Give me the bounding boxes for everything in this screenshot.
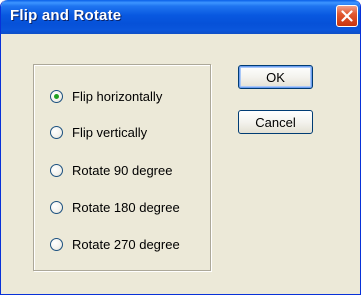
cancel-button[interactable]: Cancel [238, 110, 313, 134]
option-label: Rotate 270 degree [72, 236, 180, 252]
dialog-body: Flip horizontally Flip vertically Rotate… [4, 34, 357, 291]
option-rotate-90[interactable]: Rotate 90 degree [50, 160, 172, 180]
option-rotate-180[interactable]: Rotate 180 degree [50, 197, 180, 217]
radio-button[interactable] [50, 163, 63, 177]
radio-button[interactable] [50, 89, 63, 103]
option-label: Rotate 90 degree [72, 162, 173, 178]
option-label: Flip horizontally [72, 88, 163, 104]
dialog-title: Flip and Rotate [10, 7, 122, 24]
title-bar[interactable]: Flip and Rotate [1, 0, 360, 34]
option-flip-horizontally[interactable]: Flip horizontally [50, 86, 162, 106]
radio-button[interactable] [50, 125, 63, 139]
radio-button[interactable] [50, 237, 63, 251]
option-flip-vertically[interactable]: Flip vertically [50, 122, 147, 142]
radio-button[interactable] [50, 200, 63, 214]
flip-rotate-dialog: Flip and Rotate Flip horizontally Flip v… [0, 0, 361, 295]
close-icon [341, 10, 353, 22]
ok-button[interactable]: OK [238, 65, 313, 89]
option-label: Flip vertically [72, 124, 148, 140]
option-label: Rotate 180 degree [72, 199, 180, 215]
close-button[interactable] [336, 5, 358, 27]
options-group: Flip horizontally Flip vertically Rotate… [33, 64, 211, 271]
option-rotate-270[interactable]: Rotate 270 degree [50, 234, 180, 254]
